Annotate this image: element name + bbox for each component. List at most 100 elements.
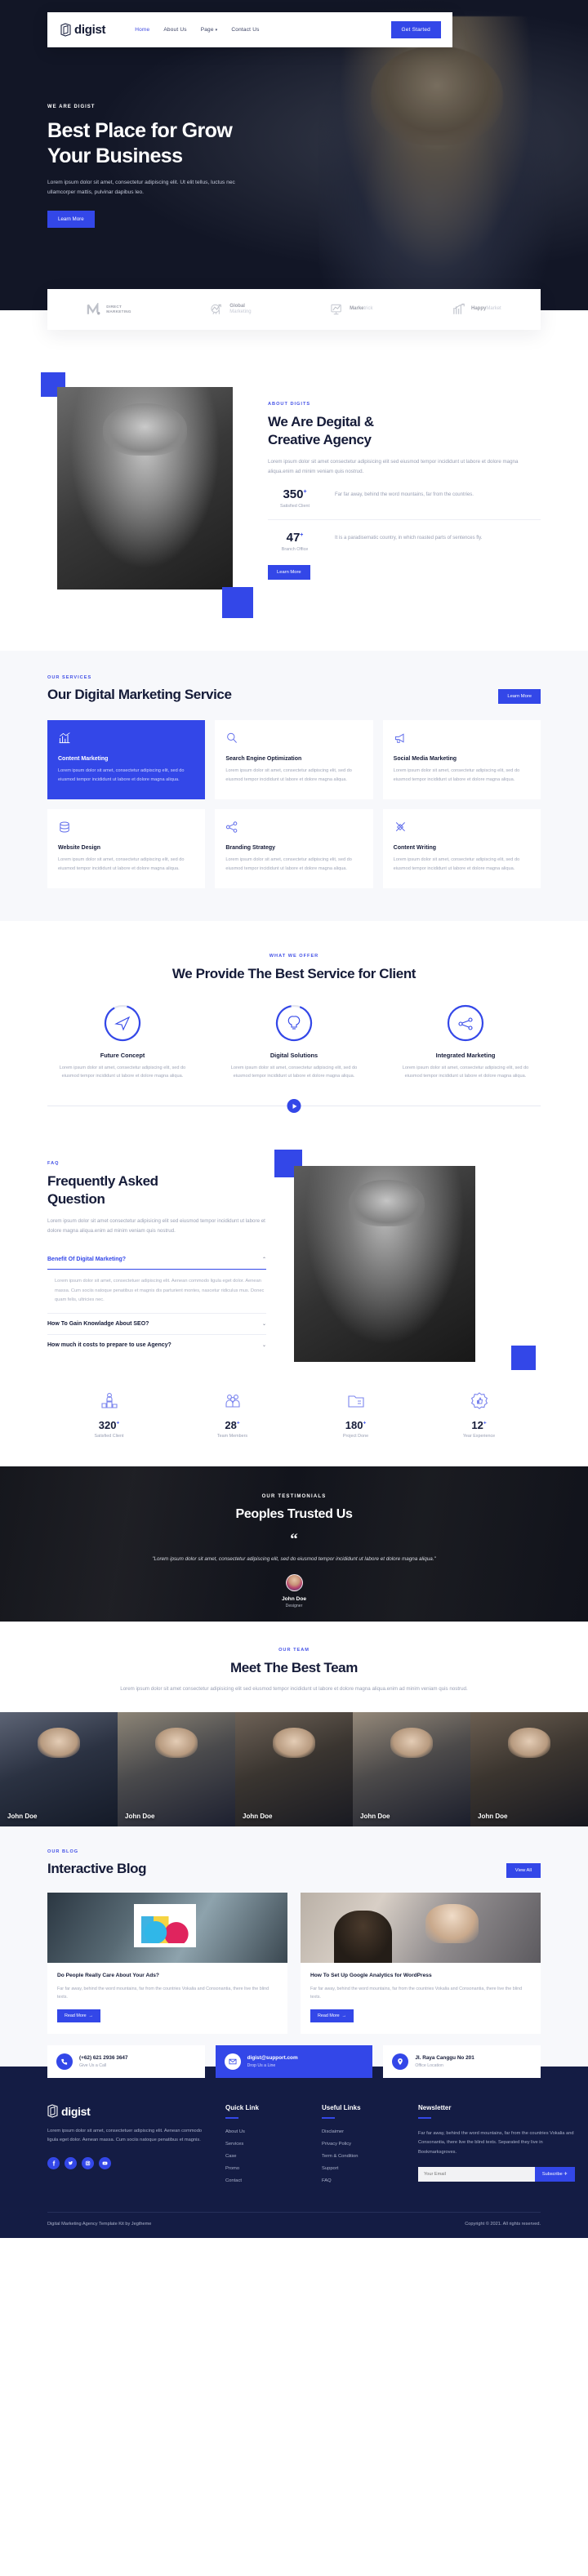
footer-link-privacy-policy[interactable]: Privacy Policy: [322, 2142, 400, 2147]
faq-item-how-to-gain-knowledge-about-seo[interactable]: How To Gain Knowladge About SEO? ⌄: [47, 1312, 266, 1334]
team-header: OUR TEAM Meet The Best Team Lorem ipsum …: [0, 1621, 588, 1712]
faq-question-row[interactable]: How much it costs to prepare to use Agen…: [47, 1342, 266, 1348]
footer-brand[interactable]: digist: [47, 2104, 207, 2118]
newsletter-email-input[interactable]: [418, 2166, 535, 2182]
faq-question: How much it costs to prepare to use Agen…: [47, 1341, 172, 1348]
partner-logos-bar: DIRECT MARKETING Global Marketing Market…: [47, 289, 541, 330]
about-stat-desc: Far far away, behind the word mountains,…: [335, 492, 474, 498]
contact-card-email[interactable]: digist@support.com Drop Us a Line: [215, 2045, 373, 2079]
service-card-branding-strategy[interactable]: Branding Strategy Lorem ipsum dolor sit …: [215, 808, 373, 888]
direct-marketing-logo-icon: [87, 303, 100, 315]
counter-label: Satisfied Client: [94, 1433, 124, 1439]
blog-heading-group: OUR BLOG Interactive Blog: [47, 1849, 147, 1878]
chevron-down-icon: ⌄: [261, 1321, 266, 1327]
phone-icon: [56, 2053, 73, 2071]
contact-card-text: (+62) 621 2936 3647 Give Us a Call: [79, 2055, 128, 2068]
footer-link-support[interactable]: Support: [322, 2166, 400, 2171]
faq-item-benefit-of-digital-marketing[interactable]: Benefit Of Digital Marketing? ⌃ Lorem ip…: [47, 1249, 266, 1312]
offer-title: We Provide The Best Service for Client: [172, 965, 416, 981]
offer-item-desc: Lorem ipsum dolor sit amet, consectetur …: [230, 1065, 358, 1079]
service-desc: Lorem ipsum dolor sit amet, consectetur …: [225, 768, 352, 782]
counter-label: Year Experience: [462, 1433, 496, 1439]
footer-link-contact[interactable]: Contact: [225, 2178, 304, 2183]
team-member-card[interactable]: John Doe: [353, 1711, 470, 1826]
nav-item-page[interactable]: Page ▾: [201, 27, 218, 33]
footer-brand-column: digist Lorem ipsum dolor sit amet, conse…: [47, 2104, 207, 2191]
youtube-icon[interactable]: [99, 2156, 111, 2169]
blog-post-card[interactable]: How To Set Up Google Analytics for WordP…: [301, 1892, 541, 2035]
megaphone-icon: [394, 733, 404, 744]
team-member-card[interactable]: John Doe: [0, 1711, 118, 1826]
nav-item-contact-us[interactable]: Contact Us: [231, 27, 259, 33]
brand-logo[interactable]: digist: [60, 23, 106, 37]
faq-content: FAQ Frequently Asked Question Lorem ipsum…: [47, 1151, 266, 1355]
footer-column-heading: Newsletter: [418, 2104, 452, 2112]
newsletter-subscribe-button[interactable]: Subscribe ✈: [534, 2166, 575, 2182]
faq-question-row[interactable]: How To Gain Knowladge About SEO? ⌄: [47, 1321, 266, 1327]
service-title: Social Media Marketing: [393, 756, 457, 763]
contact-value: Jl. Raya Canggu No 201: [415, 2055, 474, 2062]
team-section: OUR TEAM Meet The Best Team Lorem ipsum …: [0, 1621, 588, 1826]
contact-card-location[interactable]: Jl. Raya Canggu No 201 Office Location: [383, 2045, 541, 2079]
footer-link-term-condition[interactable]: Term & Condition: [322, 2154, 400, 2159]
nav-item-about-us[interactable]: About Us: [163, 27, 186, 33]
faq-item-how-much-it-costs[interactable]: How much it costs to prepare to use Agen…: [47, 1333, 266, 1355]
team-member-card[interactable]: John Doe: [235, 1711, 353, 1826]
footer-link-disclaimer[interactable]: Disclaimer: [322, 2129, 400, 2134]
footer-link-case[interactable]: Case: [225, 2154, 304, 2159]
service-card-content-writing[interactable]: Content Writing Lorem ipsum dolor sit am…: [382, 808, 541, 888]
blog-post-desc: Far far away, behind the word mountains,…: [57, 1986, 270, 2000]
footer-link-about-us[interactable]: About Us: [225, 2129, 304, 2134]
get-started-button[interactable]: Get Started: [390, 21, 441, 38]
counter-number: 28+: [225, 1418, 240, 1431]
digist-logo-icon: [60, 23, 71, 37]
offer-progress-ring: [275, 1004, 313, 1042]
play-button-icon[interactable]: [287, 1099, 301, 1114]
twitter-icon[interactable]: [65, 2156, 77, 2169]
partner-logo-text: Marketrick: [350, 306, 373, 312]
location-pin-icon: [392, 2053, 409, 2071]
blog-eyebrow: OUR BLOG: [47, 1849, 79, 1854]
blog-read-more-button[interactable]: Read More →: [57, 2009, 101, 2023]
faq-question-row[interactable]: Benefit Of Digital Marketing? ⌃: [47, 1257, 266, 1262]
services-learn-more-button[interactable]: Learn More: [498, 689, 541, 705]
nav-links: Home About Us Page ▾ Contact Us: [135, 27, 259, 33]
services-header: OUR SERVICES Our Digital Marketing Servi…: [47, 675, 541, 705]
blog-view-all-button[interactable]: View All: [506, 1862, 541, 1878]
service-card-website-design[interactable]: Website Design Lorem ipsum dolor sit ame…: [47, 808, 206, 888]
faq-media: [274, 1150, 541, 1370]
nav-item-home[interactable]: Home: [135, 27, 149, 33]
facebook-icon[interactable]: [47, 2156, 60, 2169]
footer-link-promo[interactable]: Promo: [225, 2166, 304, 2171]
service-card-content-marketing[interactable]: Content Marketing Lorem ipsum dolor sit …: [47, 720, 206, 799]
offer-item-digital-solutions: Digital Solutions Lorem ipsum dolor sit …: [219, 1004, 369, 1081]
blog-read-more-button[interactable]: Read More →: [310, 2009, 354, 2023]
service-card-social-media-marketing[interactable]: Social Media Marketing Lorem ipsum dolor…: [382, 720, 541, 799]
hero-learn-more-button[interactable]: Learn More: [47, 211, 95, 229]
team-description: Lorem ipsum dolor sit amet consectetur a…: [120, 1685, 468, 1692]
team-member-card[interactable]: John Doe: [118, 1711, 235, 1826]
footer-socials: [47, 2156, 207, 2169]
faq-photo: [294, 1166, 475, 1363]
envelope-icon: [224, 2053, 241, 2071]
about-learn-more-button[interactable]: Learn More: [268, 565, 310, 581]
blog-post-body: Do People Really Care About Your Ads? Fa…: [47, 1963, 287, 2034]
offer-section: WHAT WE OFFER We Provide The Best Servic…: [0, 920, 588, 1131]
footer-link-services[interactable]: Services: [225, 2142, 304, 2147]
send-icon: ✈: [564, 2171, 568, 2177]
footer-link-faq[interactable]: FAQ: [322, 2178, 400, 2183]
counter-label: Team Members: [216, 1433, 248, 1439]
services-grid: Content Marketing Lorem ipsum dolor sit …: [47, 720, 541, 888]
team-member-name: John Doe: [360, 1812, 390, 1820]
magnifier-icon: [227, 732, 238, 744]
team-member-card[interactable]: John Doe: [470, 1711, 588, 1826]
contact-card-phone[interactable]: (+62) 621 2936 3647 Give Us a Call: [47, 2045, 205, 2079]
service-card-search-engine-optimization[interactable]: Search Engine Optimization Lorem ipsum d…: [215, 720, 373, 799]
instagram-icon[interactable]: [82, 2156, 94, 2169]
blog-post-card[interactable]: Do People Really Care About Your Ads? Fa…: [47, 1892, 287, 2035]
offer-item-title: Future Concept: [100, 1051, 145, 1059]
partner-logo-marketrick: Marketrick: [330, 303, 373, 316]
blog-post-image: [301, 1892, 541, 1963]
blog-grid: Do People Really Care About Your Ads? Fa…: [47, 1892, 541, 2035]
video-divider: [47, 1099, 541, 1114]
